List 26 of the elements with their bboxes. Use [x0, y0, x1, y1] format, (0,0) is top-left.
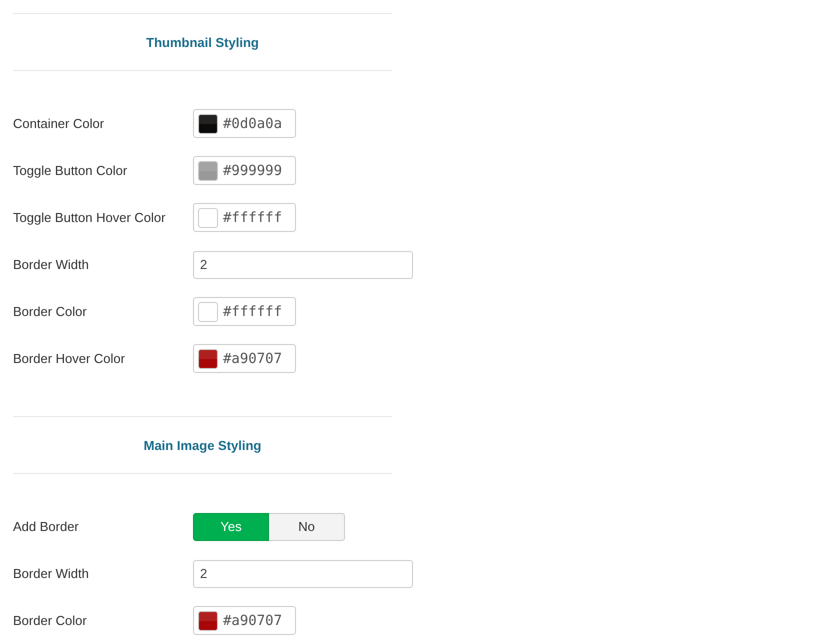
- section-title: Thumbnail Styling: [146, 34, 259, 50]
- color-value: #0d0a0a: [223, 116, 282, 132]
- color-field[interactable]: #a90707: [193, 344, 296, 373]
- field-label: Container Color: [13, 116, 106, 131]
- field-label: Add Border: [13, 519, 80, 534]
- field-label: Border Hover Color: [13, 351, 126, 366]
- field-label: Border Width: [13, 257, 90, 272]
- color-value: #ffffff: [223, 210, 282, 226]
- input-field[interactable]: 2: [193, 560, 413, 588]
- section-title: Main Image Styling: [144, 438, 262, 452]
- color-field[interactable]: #999999: [193, 156, 296, 185]
- field-label: Border Color: [13, 613, 88, 628]
- color-value: #a90707: [223, 612, 282, 628]
- toggle-option[interactable]: No: [269, 512, 345, 540]
- color-field[interactable]: #a90707: [193, 606, 296, 635]
- color-field[interactable]: #0d0a0a: [193, 109, 296, 138]
- color-value: #999999: [223, 162, 282, 178]
- color-value: #ffffff: [223, 304, 282, 320]
- color-field[interactable]: #ffffff: [193, 203, 296, 232]
- field-label: Toggle Button Hover Color: [13, 210, 166, 225]
- field-label: Border Color: [13, 304, 88, 319]
- field-label: Toggle Button Color: [13, 163, 128, 178]
- field-label: Border Width: [13, 566, 90, 581]
- color-value: #a90707: [223, 350, 282, 366]
- color-field[interactable]: #ffffff: [193, 297, 296, 326]
- input-field[interactable]: 2: [193, 250, 413, 278]
